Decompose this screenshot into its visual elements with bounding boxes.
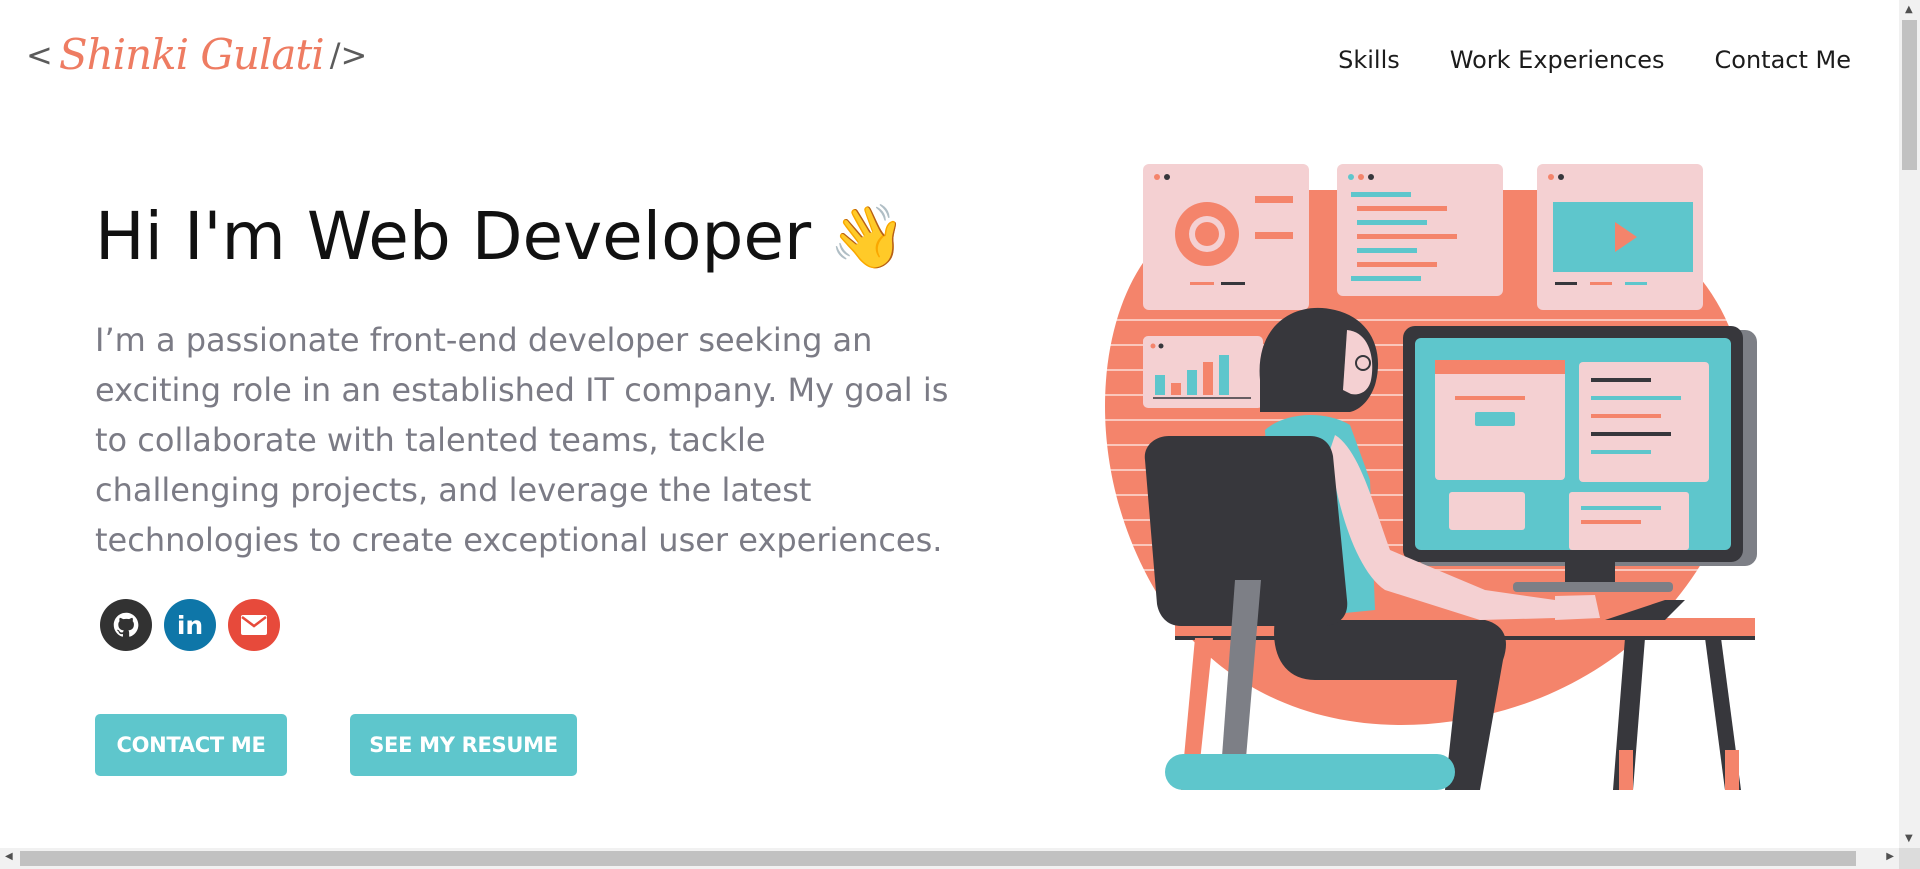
gear-panel xyxy=(1143,164,1309,310)
scrollbar-corner xyxy=(1899,848,1920,869)
vertical-scroll-thumb[interactable] xyxy=(1902,20,1917,170)
logo-close-bracket: /> xyxy=(329,35,368,74)
email-link[interactable] xyxy=(228,599,280,651)
main-nav: Skills Work Experiences Contact Me xyxy=(1338,46,1851,74)
waving-hand-icon: 👋 xyxy=(829,199,907,273)
linkedin-link[interactable]: in xyxy=(164,599,216,651)
nav-skills[interactable]: Skills xyxy=(1338,46,1400,74)
logo[interactable]: < Shinki Gulati /> xyxy=(26,30,367,79)
logo-signature: Shinki Gulati xyxy=(58,30,325,79)
scroll-down-arrow-icon[interactable]: ▼ xyxy=(1905,833,1913,844)
bar-chart-panel xyxy=(1143,336,1263,408)
email-icon xyxy=(241,615,267,635)
vertical-scrollbar[interactable]: ▲ ▼ xyxy=(1899,0,1920,848)
nav-contact-me[interactable]: Contact Me xyxy=(1715,46,1851,74)
logo-open-bracket: < xyxy=(26,35,53,74)
code-panel xyxy=(1337,164,1503,296)
github-icon xyxy=(113,612,139,637)
github-link[interactable] xyxy=(100,599,152,651)
monitor xyxy=(1403,326,1757,592)
nav-work-experiences[interactable]: Work Experiences xyxy=(1450,46,1665,74)
contact-me-button[interactable]: CONTACT ME xyxy=(95,714,287,776)
hero-title-text: Hi I'm Web Developer xyxy=(95,198,812,275)
hero-description: I’m a passionate front-end developer see… xyxy=(95,321,949,559)
horizontal-scroll-thumb[interactable] xyxy=(20,851,1856,866)
see-resume-button[interactable]: SEE MY RESUME xyxy=(350,714,577,776)
developer-illustration xyxy=(1085,164,1775,790)
scroll-left-arrow-icon[interactable]: ◀ xyxy=(5,851,13,862)
hero-title: Hi I'm Web Developer 👋 xyxy=(95,198,906,275)
scroll-right-arrow-icon[interactable]: ▶ xyxy=(1886,851,1894,862)
video-panel xyxy=(1537,164,1703,310)
horizontal-scrollbar[interactable]: ◀ ▶ xyxy=(0,848,1899,869)
scroll-up-arrow-icon[interactable]: ▲ xyxy=(1905,4,1913,15)
social-links: in xyxy=(100,599,280,651)
linkedin-icon: in xyxy=(176,610,204,640)
